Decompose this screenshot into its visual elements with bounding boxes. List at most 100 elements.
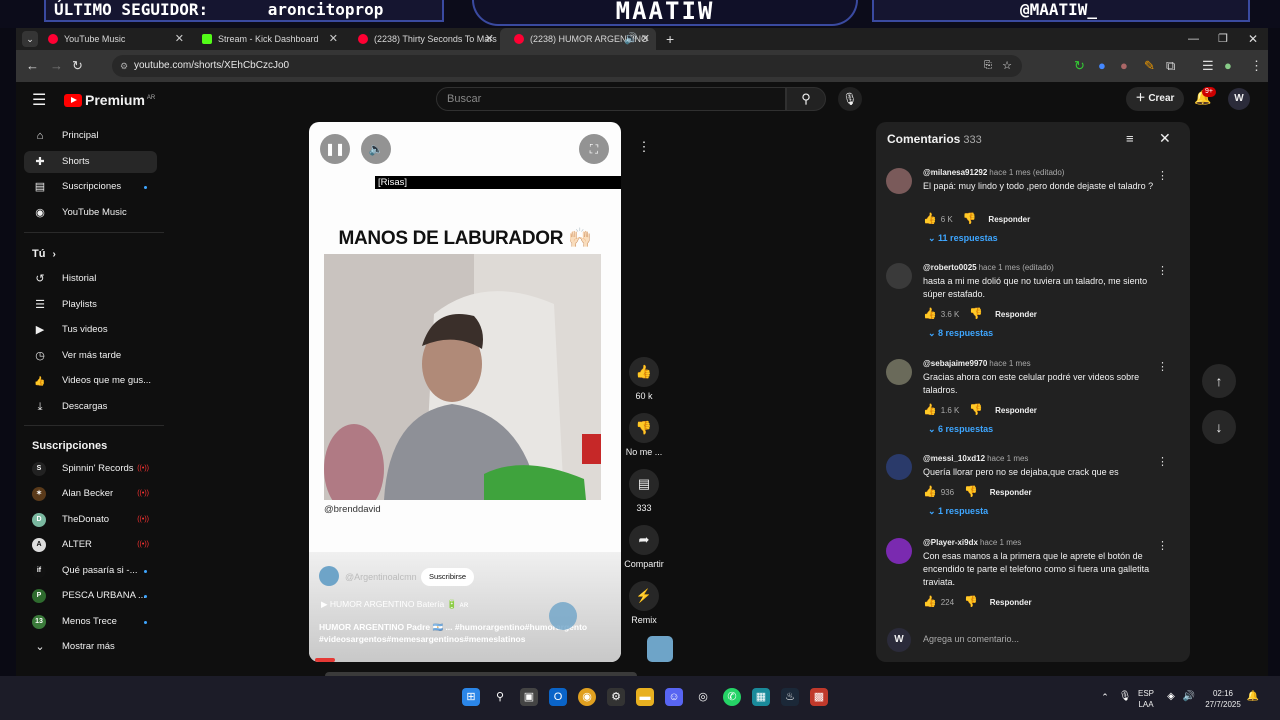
- voice-search-button[interactable]: 🎙: [838, 87, 862, 111]
- share-button[interactable]: ➦ Compartir: [624, 525, 664, 569]
- reply-button[interactable]: Responder: [995, 406, 1037, 415]
- comment-author[interactable]: @sebajaime9970 hace 1 mes: [923, 359, 1031, 368]
- sidebar-sub-1[interactable]: ✶ Alan Becker ((•)): [24, 483, 157, 505]
- search-input[interactable]: Buscar: [436, 87, 786, 111]
- close-window-button[interactable]: ✕: [1248, 28, 1258, 50]
- new-tab-button[interactable]: +: [666, 28, 674, 50]
- music-link[interactable]: ▶ HUMOR ARGENTINO Batería 🔋 ᴀʀ: [321, 599, 468, 610]
- previous-short-button[interactable]: ↑: [1202, 364, 1236, 398]
- language-indicator[interactable]: ESP LAA: [1138, 688, 1154, 710]
- sidebar-sub-4[interactable]: if Qué pasaría si -...: [24, 560, 157, 582]
- notification-center-icon[interactable]: 🔔: [1244, 688, 1262, 706]
- install-app-icon[interactable]: ⎘: [984, 55, 992, 77]
- whatsapp-icon[interactable]: ✆: [723, 688, 741, 706]
- comment-like-icon[interactable]: 👍: [923, 308, 937, 320]
- music-disc-icon[interactable]: [549, 602, 577, 630]
- sidebar-item-historial[interactable]: ↺ Historial: [24, 268, 157, 290]
- bookmark-star-icon[interactable]: ☆: [1002, 55, 1012, 77]
- sidebar-sub-6[interactable]: 13 Menos Trece: [24, 611, 157, 633]
- progress-bar[interactable]: [315, 658, 335, 662]
- sidebar-item-suscripciones[interactable]: ▤ Suscripciones: [24, 176, 157, 198]
- tab-thirty-seconds[interactable]: (2238) Thirty Seconds To Mars ✕: [344, 28, 500, 50]
- comment-dislike-icon[interactable]: 👎: [969, 308, 983, 320]
- discord-icon[interactable]: ☺: [665, 688, 683, 706]
- commenter-avatar[interactable]: [886, 263, 912, 289]
- sidebar-item-youtube-music[interactable]: ◉ YouTube Music: [24, 202, 157, 224]
- sidebar-item-tus-videos[interactable]: ▶ Tus videos: [24, 319, 157, 341]
- tray-mic-icon[interactable]: 🎙: [1116, 688, 1134, 706]
- view-replies-button[interactable]: ⌄ 8 respuestas: [928, 328, 993, 339]
- comment-like-icon[interactable]: 👍: [923, 596, 937, 608]
- close-icon[interactable]: ✕: [329, 28, 338, 50]
- tab-humor-argentino[interactable]: (2238) HUMOR ARGENTINO 🔊 ✕: [500, 28, 656, 50]
- app-gear-icon[interactable]: ⚙: [607, 688, 625, 706]
- comment-author[interactable]: @Player-xi9dx hace 1 mes: [923, 538, 1021, 547]
- comment-dislike-icon[interactable]: 👎: [963, 213, 977, 225]
- comment-dislike-icon[interactable]: 👎: [964, 596, 978, 608]
- comment-menu-icon[interactable]: ⋮: [1157, 455, 1168, 468]
- volume-icon[interactable]: 🔊: [1180, 688, 1198, 706]
- reply-button[interactable]: Responder: [990, 598, 1032, 607]
- browser-menu-icon[interactable]: ⋮: [1250, 58, 1263, 74]
- close-icon[interactable]: ✕: [175, 28, 184, 50]
- extension-face-icon[interactable]: ●: [1120, 58, 1128, 73]
- comment-like-icon[interactable]: 👍: [923, 486, 937, 498]
- youtube-premium-logo[interactable]: Premium AR: [64, 92, 155, 108]
- sidebar-you-heading[interactable]: Tú ›: [32, 248, 56, 260]
- sidebar-sub-3[interactable]: A ALTER ((•)): [24, 534, 157, 556]
- app-grid-icon[interactable]: ▩: [810, 688, 828, 706]
- sidebar-item-shorts[interactable]: ✚ Shorts: [24, 151, 157, 173]
- more-options-button[interactable]: ⋮: [624, 132, 664, 166]
- view-replies-button[interactable]: ⌄ 1 respuesta: [928, 506, 988, 517]
- profile-icon[interactable]: ●: [1224, 58, 1232, 73]
- fullscreen-button[interactable]: ⛶: [579, 134, 609, 164]
- clock[interactable]: 02:16 27/7/2025: [1200, 688, 1246, 710]
- commenter-avatar[interactable]: [886, 168, 912, 194]
- search-button[interactable]: ⚲: [786, 87, 826, 111]
- channel-name[interactable]: @Argentinoalcmn: [345, 572, 417, 582]
- extensions-puzzle-icon[interactable]: ⧉: [1166, 58, 1175, 74]
- comment-menu-icon[interactable]: ⋮: [1157, 539, 1168, 552]
- tray-chevron-icon[interactable]: ⌃: [1096, 688, 1114, 706]
- hamburger-menu-icon[interactable]: ☰: [32, 90, 46, 110]
- back-icon[interactable]: ←: [26, 58, 39, 73]
- view-replies-button[interactable]: ⌄ 11 respuestas: [928, 233, 998, 244]
- sidebar-item-liked-videos[interactable]: 👍 Videos que me gus...: [24, 370, 157, 392]
- task-view-icon[interactable]: ▣: [520, 688, 538, 706]
- close-icon[interactable]: ✕: [641, 28, 650, 50]
- sidebar-item-playlists[interactable]: ☰ Playlists: [24, 294, 157, 316]
- sort-comments-icon[interactable]: ≡: [1126, 131, 1134, 146]
- extension-blue-icon[interactable]: ●: [1098, 58, 1106, 73]
- shorts-player[interactable]: ❚❚ 🔈 ⛶ [Risas] MANOS DE LABURADOR 🙌🏻 @br…: [309, 122, 621, 662]
- create-button[interactable]: ＋ Crear: [1126, 87, 1184, 111]
- tab-youtube-music[interactable]: YouTube Music ✕: [34, 28, 190, 50]
- forward-icon[interactable]: →: [50, 58, 63, 73]
- chrome-icon[interactable]: ◉: [578, 688, 596, 706]
- comment-menu-icon[interactable]: ⋮: [1157, 169, 1168, 182]
- sidebar-sub-2[interactable]: D TheDonato ((•)): [24, 509, 157, 531]
- reply-button[interactable]: Responder: [988, 215, 1030, 224]
- sidebar-sub-0[interactable]: S Spinnin' Records ((•)): [24, 458, 157, 480]
- comment-menu-icon[interactable]: ⋮: [1157, 264, 1168, 277]
- windows-start-icon[interactable]: ⊞: [462, 688, 480, 706]
- like-button[interactable]: 👍 60 k: [624, 357, 664, 401]
- app-window-icon[interactable]: ▦: [752, 688, 770, 706]
- outlook-icon[interactable]: O: [549, 688, 567, 706]
- comment-author[interactable]: @roberto0025 hace 1 mes (editado): [923, 263, 1054, 272]
- account-avatar[interactable]: W: [1228, 88, 1250, 110]
- sidebar-item-ver-mas-tarde[interactable]: ◷ Ver más tarde: [24, 345, 157, 367]
- steam-icon[interactable]: ♨: [781, 688, 799, 706]
- reply-button[interactable]: Responder: [995, 310, 1037, 319]
- extension-pen-icon[interactable]: ✎: [1144, 58, 1155, 74]
- pause-button[interactable]: ❚❚: [320, 134, 350, 164]
- view-replies-button[interactable]: ⌄ 6 respuestas: [928, 424, 993, 435]
- comment-dislike-icon[interactable]: 👎: [969, 404, 983, 416]
- commenter-avatar[interactable]: [886, 454, 912, 480]
- add-comment-input[interactable]: Agrega un comentario...: [923, 634, 1019, 644]
- reply-button[interactable]: Responder: [990, 488, 1032, 497]
- minimize-button[interactable]: —: [1188, 28, 1199, 50]
- comment-menu-icon[interactable]: ⋮: [1157, 360, 1168, 373]
- close-comments-icon[interactable]: ✕: [1159, 130, 1171, 147]
- remix-button[interactable]: ⚡ Remix: [624, 581, 664, 625]
- subscribe-button[interactable]: Suscribirse: [421, 568, 475, 586]
